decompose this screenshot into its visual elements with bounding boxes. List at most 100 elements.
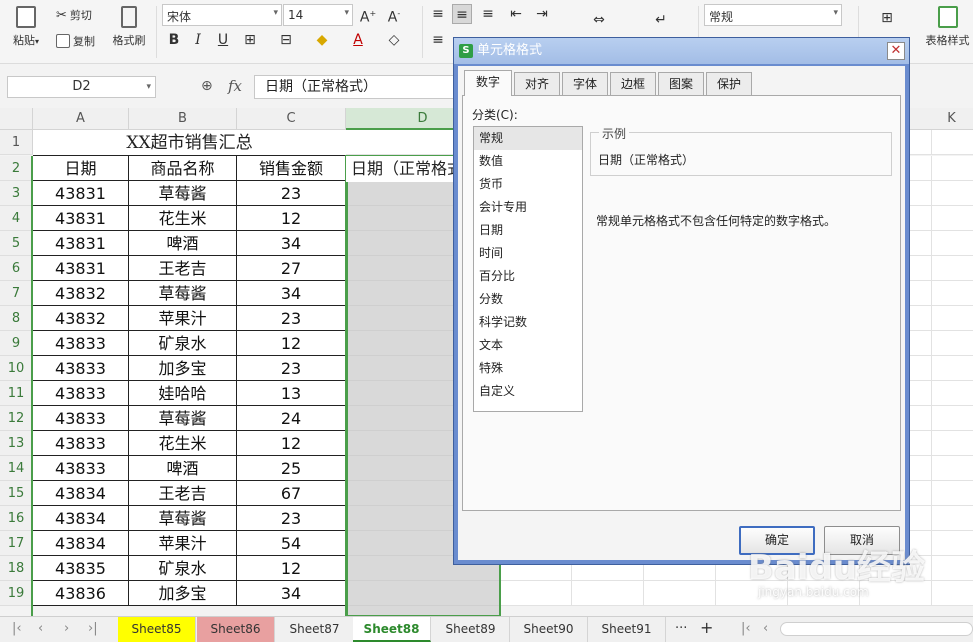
table-cell[interactable]: 加多宝 — [129, 581, 237, 606]
row-header[interactable]: 15 — [0, 481, 33, 506]
table-cell[interactable]: 23 — [237, 306, 346, 331]
row-header[interactable]: 9 — [0, 331, 33, 356]
table-cell[interactable]: 54 — [237, 531, 346, 556]
indent-decrease-icon[interactable]: ⇤ — [506, 4, 526, 24]
horizontal-scrollbar[interactable] — [780, 622, 973, 636]
sheet-tab[interactable]: Sheet87 — [276, 617, 354, 642]
grid-cell[interactable] — [932, 456, 973, 481]
sheet-title-cell[interactable]: XX超市销售汇总 — [33, 130, 346, 156]
grid-cell[interactable] — [932, 130, 973, 155]
row-header[interactable]: 3 — [0, 181, 33, 206]
row-header[interactable]: 4 — [0, 206, 33, 231]
row-header[interactable]: 2 — [0, 156, 33, 181]
font-size-select[interactable]: 14 ▾ — [283, 4, 353, 26]
sheet-tab[interactable]: Sheet85 — [118, 617, 196, 642]
sheet-tab[interactable]: Sheet86 — [197, 617, 275, 642]
grid-cell[interactable] — [500, 581, 572, 606]
row-header[interactable]: 8 — [0, 306, 33, 331]
table-header-cell[interactable]: 日期 — [33, 156, 129, 181]
tab-font[interactable]: 字体 — [562, 72, 608, 95]
table-cell[interactable]: 43834 — [33, 506, 129, 531]
decrease-font-icon[interactable]: A- — [384, 4, 404, 26]
grid-cell[interactable] — [932, 431, 973, 456]
category-item[interactable]: 时间 — [474, 242, 582, 265]
table-cell[interactable]: 12 — [237, 556, 346, 581]
category-list[interactable]: 常规 数值 货币 会计专用 日期 时间 百分比 分数 科学记数 文本 特殊 自定义 — [473, 126, 583, 412]
category-item[interactable]: 会计专用 — [474, 196, 582, 219]
category-item[interactable]: 货币 — [474, 173, 582, 196]
dialog-title-bar[interactable]: S 单元格格式 ✕ — [454, 38, 909, 64]
row-header[interactable]: 11 — [0, 381, 33, 406]
first-sheet-icon[interactable]: |‹ — [12, 621, 22, 636]
selected-cell-d[interactable] — [346, 606, 500, 616]
table-cell[interactable]: 加多宝 — [129, 356, 237, 381]
table-cell[interactable]: 25 — [237, 456, 346, 481]
grid-cell[interactable] — [932, 481, 973, 506]
row-header[interactable]: 14 — [0, 456, 33, 481]
fill-color-icon[interactable]: ◆ — [312, 30, 332, 50]
zoom-search-icon[interactable]: ⊕ — [201, 78, 213, 94]
scroll-first-icon[interactable]: |‹ — [741, 621, 751, 636]
column-header-c[interactable]: C — [237, 108, 346, 130]
prev-sheet-icon[interactable]: ‹ — [38, 621, 43, 636]
table-cell[interactable]: 花生米 — [129, 431, 237, 456]
sheet-tab[interactable]: Sheet88 — [353, 617, 431, 642]
table-cell[interactable]: 草莓酱 — [129, 181, 237, 206]
align-top-icon[interactable]: ≡ — [428, 4, 448, 24]
table-cell[interactable]: 12 — [237, 331, 346, 356]
grid-cell[interactable] — [932, 581, 973, 606]
table-cell[interactable]: 苹果汁 — [129, 531, 237, 556]
table-cell[interactable]: 花生米 — [129, 206, 237, 231]
table-cell[interactable]: 43833 — [33, 406, 129, 431]
table-cell[interactable]: 43831 — [33, 256, 129, 281]
table-cell[interactable]: 43831 — [33, 231, 129, 256]
wrap-text-icon[interactable]: ↵ — [650, 10, 672, 30]
table-cell[interactable]: 23 — [237, 356, 346, 381]
category-item[interactable]: 科学记数 — [474, 311, 582, 334]
table-cell[interactable]: 草莓酱 — [129, 281, 237, 306]
align-left-icon[interactable]: ≡ — [428, 30, 448, 50]
table-cell[interactable]: 12 — [237, 431, 346, 456]
table-cell[interactable]: 12 — [237, 206, 346, 231]
table-style-button[interactable]: 表格样式 — [922, 6, 973, 48]
align-bottom-icon[interactable]: ≡ — [478, 4, 498, 24]
column-header-b[interactable]: B — [129, 108, 237, 130]
grid-cell[interactable] — [644, 581, 716, 606]
scroll-left-icon[interactable]: ‹ — [763, 621, 768, 636]
grid-cell[interactable] — [932, 406, 973, 431]
indent-increase-icon[interactable]: ⇥ — [532, 4, 552, 24]
table-cell[interactable]: 43833 — [33, 381, 129, 406]
grid-cell[interactable] — [572, 581, 644, 606]
table-cell[interactable]: 43833 — [33, 431, 129, 456]
row-header[interactable]: 7 — [0, 281, 33, 306]
italic-icon[interactable]: I — [188, 30, 208, 50]
table-cell[interactable]: 矿泉水 — [129, 556, 237, 581]
tab-alignment[interactable]: 对齐 — [514, 72, 560, 95]
row-header[interactable]: 1 — [0, 130, 33, 155]
underline-icon[interactable]: U — [213, 30, 233, 50]
table-cell[interactable]: 24 — [237, 406, 346, 431]
grid-cell[interactable] — [932, 331, 973, 356]
bold-icon[interactable]: B — [164, 30, 184, 50]
table-cell[interactable]: 草莓酱 — [129, 406, 237, 431]
sheet-tab[interactable]: Sheet90 — [510, 617, 588, 642]
table-cell[interactable]: 34 — [237, 581, 346, 606]
table-cell[interactable]: 43831 — [33, 181, 129, 206]
row-header[interactable]: 10 — [0, 356, 33, 381]
border-icon[interactable]: ⊞ — [240, 30, 260, 50]
fx-icon[interactable]: fx — [228, 77, 242, 95]
table-cell[interactable]: 43832 — [33, 281, 129, 306]
row-header[interactable]: 12 — [0, 406, 33, 431]
table-cell[interactable]: 43835 — [33, 556, 129, 581]
table-cell[interactable]: 43836 — [33, 581, 129, 606]
tab-pattern[interactable]: 图案 — [658, 72, 704, 95]
category-item[interactable]: 分数 — [474, 288, 582, 311]
number-format-select[interactable]: 常规 ▾ — [704, 4, 842, 26]
increase-font-icon[interactable]: A+ — [358, 4, 378, 26]
table-cell[interactable]: 43832 — [33, 306, 129, 331]
tab-protection[interactable]: 保护 — [706, 72, 752, 95]
grid-cell[interactable] — [932, 531, 973, 556]
grid-cell[interactable] — [932, 381, 973, 406]
category-item[interactable]: 常规 — [474, 127, 582, 150]
eraser-icon[interactable]: ◇ — [384, 30, 404, 50]
